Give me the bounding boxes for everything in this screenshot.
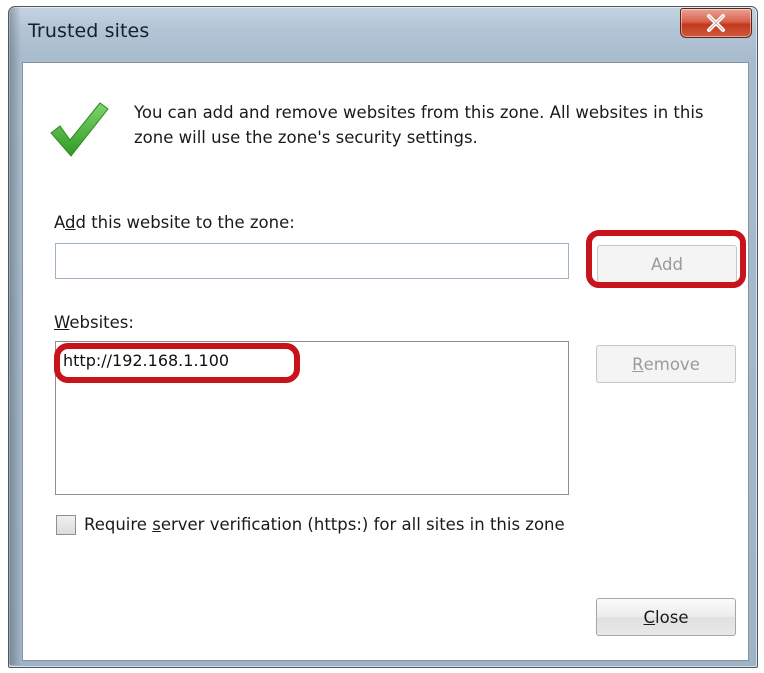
green-check-icon — [50, 102, 109, 157]
add-website-label: Add this website to the zone: — [54, 213, 295, 232]
zone-description: You can add and remove websites from thi… — [134, 103, 704, 147]
require-https-label[interactable]: Require server verification (https:) for… — [84, 515, 565, 534]
remove-button[interactable]: Remove — [596, 345, 736, 383]
close-icon — [707, 14, 725, 32]
red-annotation-add-button — [586, 230, 746, 288]
close-button[interactable]: Close — [596, 598, 736, 636]
window-title: Trusted sites — [28, 20, 150, 42]
red-annotation-website-entry — [54, 343, 300, 383]
require-https-checkbox[interactable] — [56, 515, 76, 535]
websites-label: Websites: — [54, 313, 134, 332]
frame-shade — [9, 7, 21, 665]
add-website-input[interactable] — [55, 243, 569, 279]
window-close-button[interactable] — [680, 8, 752, 38]
